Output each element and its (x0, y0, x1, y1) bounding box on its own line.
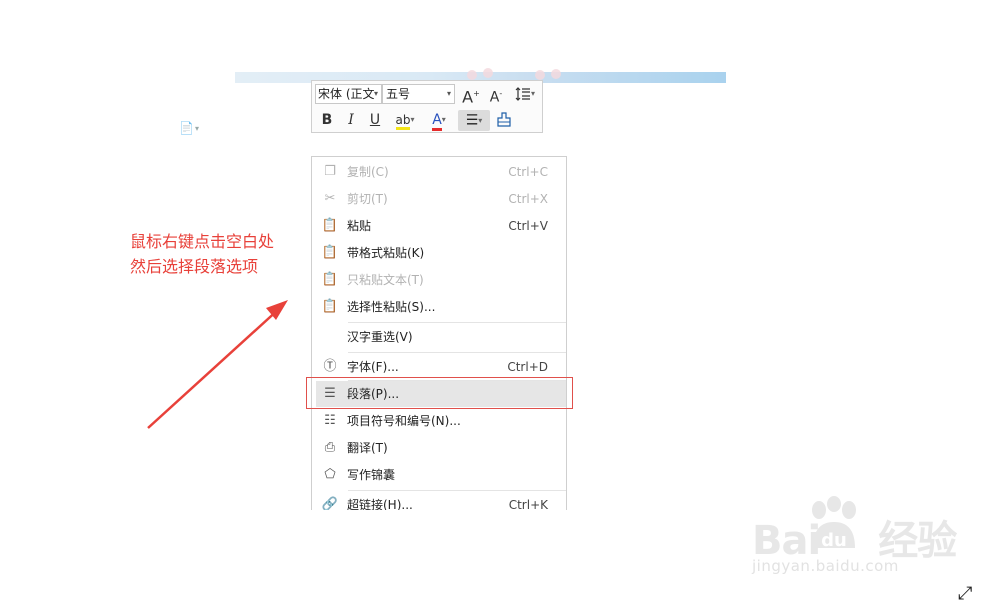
line-spacing-button[interactable]: ▾ (511, 84, 539, 104)
menu-item-paste-text-only[interactable]: 📋 只粘贴文本(T) (312, 267, 566, 293)
scissors-icon: ✂ (324, 191, 336, 206)
format-painter-button[interactable] (494, 110, 514, 130)
align-button[interactable]: ☰▾ (458, 110, 490, 131)
bold-icon: B (321, 112, 333, 128)
shrink-font-button[interactable]: A- (486, 84, 506, 106)
annotation-line: 鼠标右键点击空白处 (130, 232, 275, 251)
font-color-icon: A (432, 112, 442, 131)
blossom-decoration (483, 68, 493, 78)
chevron-down-icon: ▾ (530, 89, 535, 98)
grow-font-icon: A (462, 87, 474, 107)
font-color-button[interactable]: A▾ (425, 110, 453, 131)
shrink-font-icon: A (489, 89, 500, 106)
menu-item-paste[interactable]: 📋 粘贴 Ctrl+V (312, 213, 566, 239)
menu-separator (348, 352, 566, 353)
highlight-box (306, 377, 573, 409)
menu-item-label: 超链接(H)... (347, 498, 413, 510)
menu-item-label: 选择性粘贴(S)... (347, 300, 436, 314)
menu-item-label: 带格式粘贴(K) (347, 246, 425, 260)
link-icon: 🔗 (321, 497, 339, 510)
menu-item-label: 复制(C) (347, 165, 389, 179)
underline-button[interactable]: U (365, 110, 385, 130)
watermark-url: jingyan.baidu.com (752, 557, 899, 575)
menu-item-bullets-numbering[interactable]: ☷ 项目符号和编号(N)... (312, 408, 566, 434)
chevron-down-icon: ▾ (410, 115, 415, 124)
menu-item-shortcut: Ctrl+K (508, 498, 548, 510)
menu-item-label: 项目符号和编号(N)... (347, 414, 461, 428)
copy-icon: ❐ (324, 164, 336, 179)
blossom-decoration (467, 70, 477, 80)
italic-icon: I (348, 112, 354, 128)
font-name-value: 宋体 (正文 (318, 87, 375, 101)
svg-text:du: du (821, 530, 847, 551)
menu-item-hanzi-reselect[interactable]: 汉字重选(V) (312, 324, 566, 350)
annotation-line: 然后选择段落选项 (130, 257, 259, 276)
menu-item-label: 剪切(T) (347, 192, 388, 206)
blossom-decoration (535, 70, 545, 80)
menu-item-label: 翻译(T) (347, 441, 388, 455)
menu-item-shortcut: Ctrl+C (508, 165, 548, 179)
menu-item-label: 汉字重选(V) (347, 330, 413, 344)
bullets-icon: ☷ (324, 413, 336, 428)
paste-options-icon[interactable]: 📄 (179, 121, 194, 135)
underline-icon: U (369, 112, 381, 128)
chevron-down-icon: ▾ (446, 89, 451, 98)
menu-item-shortcut: Ctrl+X (508, 192, 548, 206)
font-size-select[interactable]: 五号 ▾ (382, 84, 455, 104)
format-painter-icon (497, 112, 511, 127)
italic-button[interactable]: I (341, 110, 361, 130)
menu-item-label: 粘贴 (347, 219, 372, 233)
menu-item-paste-with-format[interactable]: 📋 带格式粘贴(K) (312, 240, 566, 266)
menu-separator (348, 490, 566, 491)
annotation-text: 鼠标右键点击空白处 然后选择段落选项 (130, 229, 274, 279)
writing-icon: ⬠ (324, 467, 336, 482)
menu-item-copy[interactable]: ❐ 复制(C) Ctrl+C (312, 159, 566, 185)
paste-special-icon: 📋 (321, 299, 339, 314)
expand-icon[interactable]: ⤢ (958, 583, 972, 604)
font-size-value: 五号 (386, 87, 411, 101)
translate-icon: ⎙ (324, 440, 336, 455)
bold-button[interactable]: B (317, 110, 337, 130)
chevron-down-icon: ▾ (478, 116, 483, 125)
highlight-icon: ab (395, 113, 411, 130)
menu-item-paste-special[interactable]: 📋 选择性粘贴(S)... (312, 294, 566, 320)
line-spacing-icon (515, 87, 530, 101)
blossom-decoration (551, 69, 561, 79)
grow-font-button[interactable]: A+ (461, 84, 481, 107)
menu-item-shortcut: Ctrl+V (508, 219, 548, 233)
paste-format-icon: 📋 (321, 245, 339, 260)
menu-item-writing-tips[interactable]: ⬠ 写作锦囊 (312, 462, 566, 488)
menu-item-label: 写作锦囊 (347, 468, 396, 482)
chevron-down-icon: ▾ (373, 89, 378, 98)
font-name-select[interactable]: 宋体 (正文 ▾ (315, 84, 382, 104)
paste-text-icon: 📋 (321, 272, 339, 287)
align-icon: ☰ (465, 112, 479, 129)
arrow-icon (147, 300, 288, 429)
context-menu: ❐ 复制(C) Ctrl+C ✂ 剪切(T) Ctrl+X 📋 粘贴 Ctrl+… (311, 156, 567, 510)
menu-item-translate[interactable]: ⎙ 翻译(T) (312, 435, 566, 461)
menu-item-label: 只粘贴文本(T) (347, 273, 424, 287)
menu-separator (348, 322, 566, 323)
paw-icon: du (812, 496, 856, 551)
chevron-down-icon[interactable]: ▾ (195, 124, 199, 133)
mini-format-toolbar: 宋体 (正文 ▾ 五号 ▾ A+ A- ▾ B I U ab▾ A▾ ☰▾ (311, 80, 543, 133)
menu-item-cut[interactable]: ✂ 剪切(T) Ctrl+X (312, 186, 566, 212)
chevron-down-icon: ▾ (441, 115, 446, 124)
highlight-button[interactable]: ab▾ (390, 110, 420, 130)
menu-item-hyperlink[interactable]: 🔗 超链接(H)... Ctrl+K (312, 492, 566, 510)
paste-icon: 📋 (321, 218, 339, 233)
